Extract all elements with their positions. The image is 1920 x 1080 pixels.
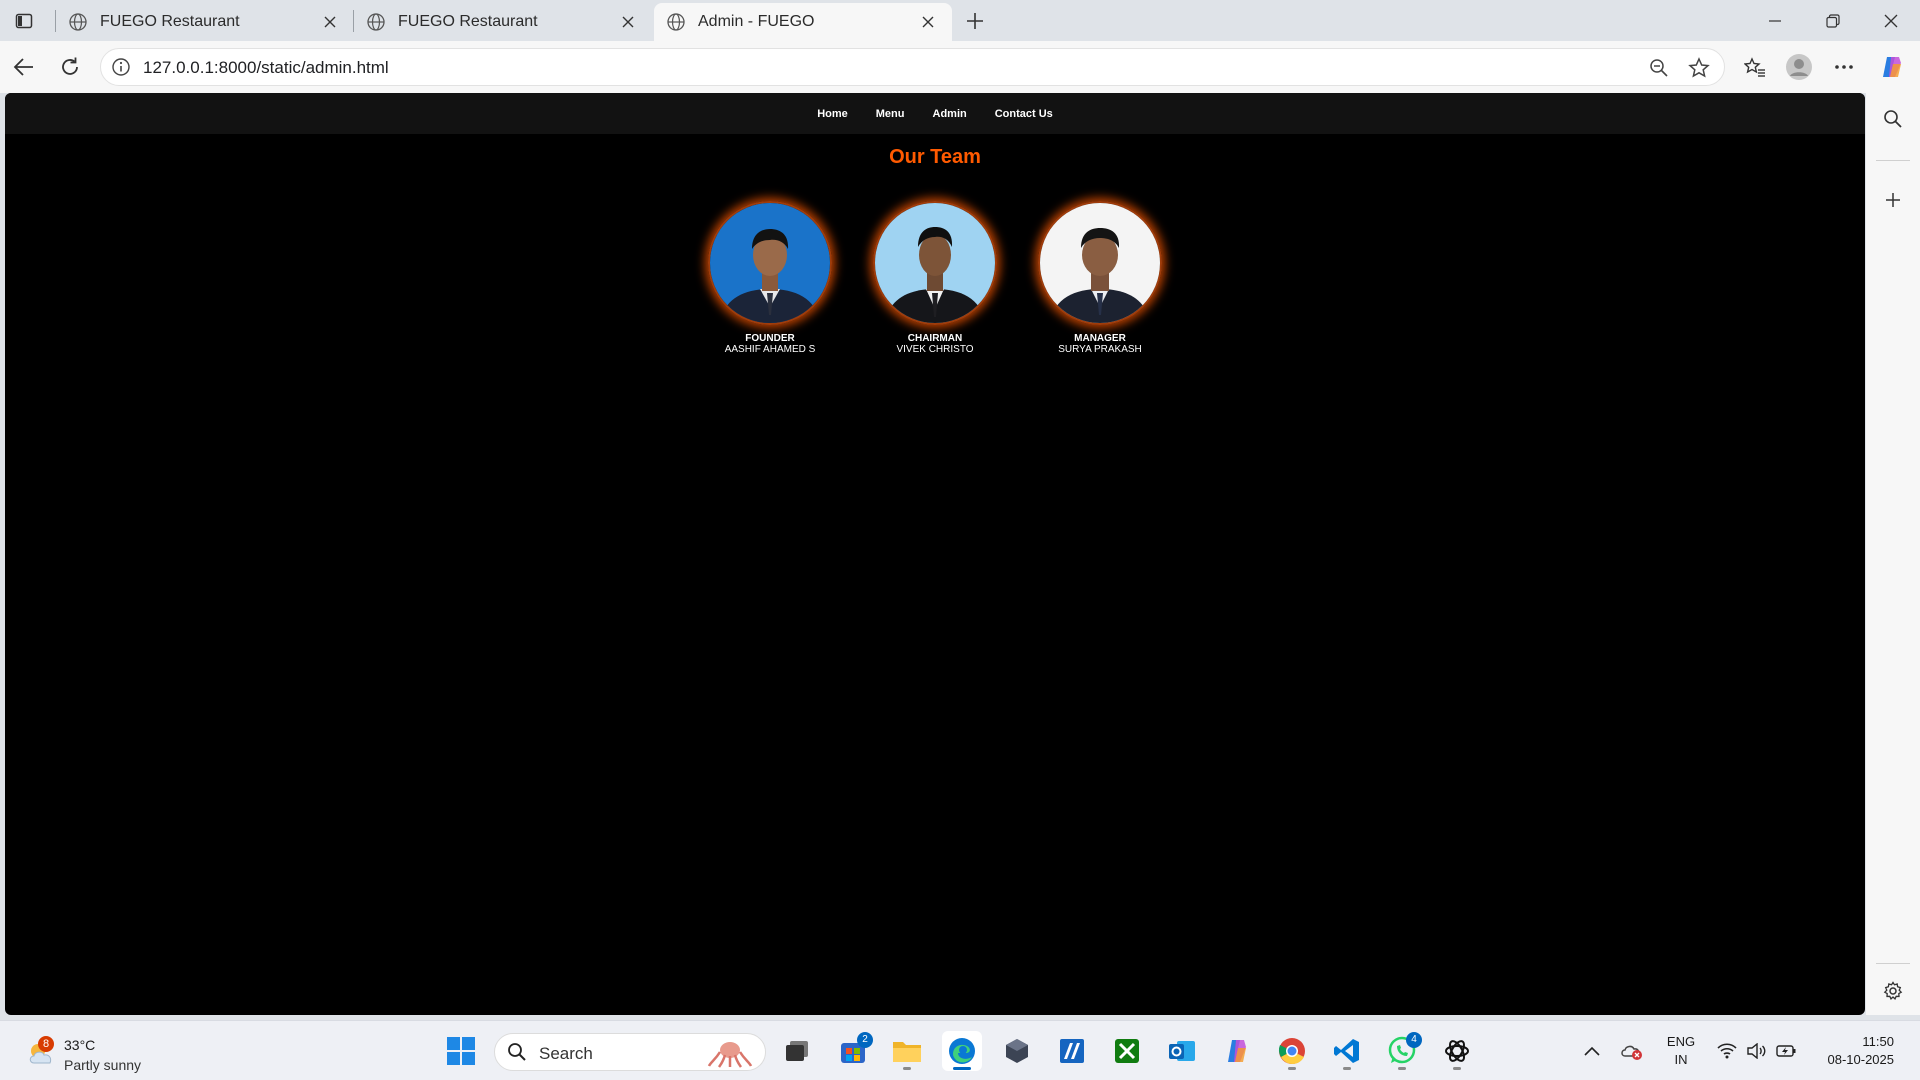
clock-time: 11:50 xyxy=(1862,1034,1894,1049)
team-member-card: FOUNDER AASHIF AHAMED S xyxy=(708,201,833,355)
member-name: VIVEK CHRISTO xyxy=(896,344,974,355)
member-role: FOUNDER xyxy=(745,333,795,344)
settings-gear-icon[interactable] xyxy=(1879,977,1907,1005)
running-indicator xyxy=(1398,1067,1406,1070)
search-highlight-icon xyxy=(707,1042,753,1068)
team-heading: Our Team xyxy=(889,146,981,168)
search-icon xyxy=(508,1043,526,1061)
zoom-out-icon[interactable] xyxy=(1647,56,1671,80)
member-name: AASHIF AHAMED S xyxy=(724,344,816,355)
browser-tab-strip: FUEGO Restaurant FUEGO Restaurant Admin … xyxy=(0,0,1920,41)
globe-icon xyxy=(69,13,87,31)
sidebar-divider xyxy=(1876,963,1910,964)
team-member-card: MANAGER SURYA PRAKASH xyxy=(1038,201,1163,355)
url-text[interactable]: 127.0.0.1:8000/static/admin.html xyxy=(143,58,389,78)
favorites-icon[interactable] xyxy=(1739,51,1771,83)
more-options-icon[interactable] xyxy=(1828,51,1860,83)
restore-button[interactable] xyxy=(1805,0,1861,41)
address-bar[interactable]: 127.0.0.1:8000/static/admin.html xyxy=(100,48,1725,86)
battery-charging-icon[interactable] xyxy=(1775,1039,1799,1063)
close-icon[interactable] xyxy=(616,10,640,34)
language-code: ENG xyxy=(1666,1034,1696,1049)
back-button[interactable] xyxy=(8,51,40,83)
taskbar-search[interactable]: Search xyxy=(494,1033,766,1071)
task-view-icon[interactable] xyxy=(777,1031,817,1071)
microsoft-store-icon[interactable]: 2 xyxy=(833,1031,873,1071)
close-icon[interactable] xyxy=(916,10,940,34)
windows-taskbar: 8 33°C Partly sunny Search 2 4 ENG IN 11… xyxy=(0,1020,1920,1080)
nav-link-contact[interactable]: Contact Us xyxy=(995,108,1053,120)
volume-icon[interactable] xyxy=(1745,1039,1769,1063)
info-icon[interactable] xyxy=(111,57,131,77)
running-indicator xyxy=(903,1067,911,1070)
refresh-button[interactable] xyxy=(54,51,86,83)
site-navbar: Home Menu Admin Contact Us xyxy=(5,93,1865,134)
add-icon[interactable] xyxy=(1879,186,1907,214)
weather-widget[interactable]: 8 33°C Partly sunny xyxy=(26,1029,166,1073)
tab-title: FUEGO Restaurant xyxy=(100,13,240,30)
weather-badge: 8 xyxy=(38,1036,54,1052)
minimize-button[interactable] xyxy=(1747,0,1803,41)
outlook-icon[interactable] xyxy=(1162,1031,1202,1071)
wifi-icon[interactable] xyxy=(1715,1039,1739,1063)
search-icon[interactable] xyxy=(1879,105,1907,133)
member-photo xyxy=(708,201,832,325)
member-role: CHAIRMAN xyxy=(907,333,963,344)
whatsapp-badge: 4 xyxy=(1406,1032,1422,1048)
clock-date: 08-10-2025 xyxy=(1827,1052,1895,1067)
globe-icon xyxy=(367,13,385,31)
search-placeholder: Search xyxy=(539,1044,593,1063)
chatgpt-icon[interactable] xyxy=(1437,1031,1477,1071)
favorite-star-icon[interactable] xyxy=(1687,56,1711,80)
weather-temp: 33°C xyxy=(64,1037,96,1053)
nav-link-menu[interactable]: Menu xyxy=(876,108,905,120)
running-indicator xyxy=(1288,1067,1296,1070)
region-code: IN xyxy=(1674,1052,1688,1067)
copilot-icon[interactable] xyxy=(1876,51,1908,83)
running-indicator xyxy=(953,1067,971,1070)
start-button[interactable] xyxy=(441,1031,481,1071)
onedrive-error-icon[interactable] xyxy=(1620,1039,1644,1063)
close-icon[interactable] xyxy=(318,10,342,34)
whatsapp-icon[interactable]: 4 xyxy=(1382,1031,1422,1071)
globe-icon xyxy=(667,13,685,31)
member-photo xyxy=(1038,201,1162,325)
member-name: SURYA PRAKASH xyxy=(1058,344,1142,355)
nav-link-home[interactable]: Home xyxy=(817,108,848,120)
team-grid: FOUNDER AASHIF AHAMED S CHAIRMAN VIVEK C… xyxy=(5,201,1865,355)
weather-condition: Partly sunny xyxy=(64,1057,142,1073)
team-member-card: CHAIRMAN VIVEK CHRISTO xyxy=(873,201,998,355)
vscode-icon[interactable] xyxy=(1327,1031,1367,1071)
tab-actions-icon[interactable] xyxy=(10,8,38,34)
member-role: MANAGER xyxy=(1074,333,1126,344)
edge-browser-icon[interactable] xyxy=(942,1031,982,1071)
sidebar-divider xyxy=(1876,160,1910,161)
running-indicator xyxy=(1343,1067,1351,1070)
browser-toolbar: 127.0.0.1:8000/static/admin.html xyxy=(0,41,1920,93)
file-explorer-icon[interactable] xyxy=(887,1031,927,1071)
profile-avatar-icon[interactable] xyxy=(1783,51,1815,83)
tab-fuego-restaurant-2[interactable]: FUEGO Restaurant xyxy=(354,3,652,41)
chevron-up-icon[interactable] xyxy=(1580,1039,1604,1063)
close-window-button[interactable] xyxy=(1863,0,1919,41)
store-badge: 2 xyxy=(857,1032,873,1048)
app-cube-icon[interactable] xyxy=(997,1031,1037,1071)
copilot-app-icon[interactable] xyxy=(1217,1031,1257,1071)
web-page: Home Menu Admin Contact Us Our Team FOUN… xyxy=(5,93,1865,1015)
tab-fuego-restaurant-1[interactable]: FUEGO Restaurant xyxy=(56,3,354,41)
tab-title: FUEGO Restaurant xyxy=(398,13,538,30)
new-tab-button[interactable] xyxy=(960,7,990,35)
language-indicator[interactable]: ENG IN xyxy=(1664,1033,1698,1069)
chrome-icon[interactable] xyxy=(1272,1031,1312,1071)
app-blue-icon[interactable] xyxy=(1052,1031,1092,1071)
running-indicator xyxy=(1453,1067,1461,1070)
tab-admin-fuego[interactable]: Admin - FUEGO xyxy=(654,3,952,41)
system-clock[interactable]: 11:50 08-10-2025 xyxy=(1808,1033,1895,1069)
tab-title: Admin - FUEGO xyxy=(698,13,815,30)
nav-link-admin[interactable]: Admin xyxy=(933,108,967,120)
member-photo xyxy=(873,201,997,325)
edge-sidebar xyxy=(1866,93,1920,1015)
xbox-icon[interactable] xyxy=(1107,1031,1147,1071)
